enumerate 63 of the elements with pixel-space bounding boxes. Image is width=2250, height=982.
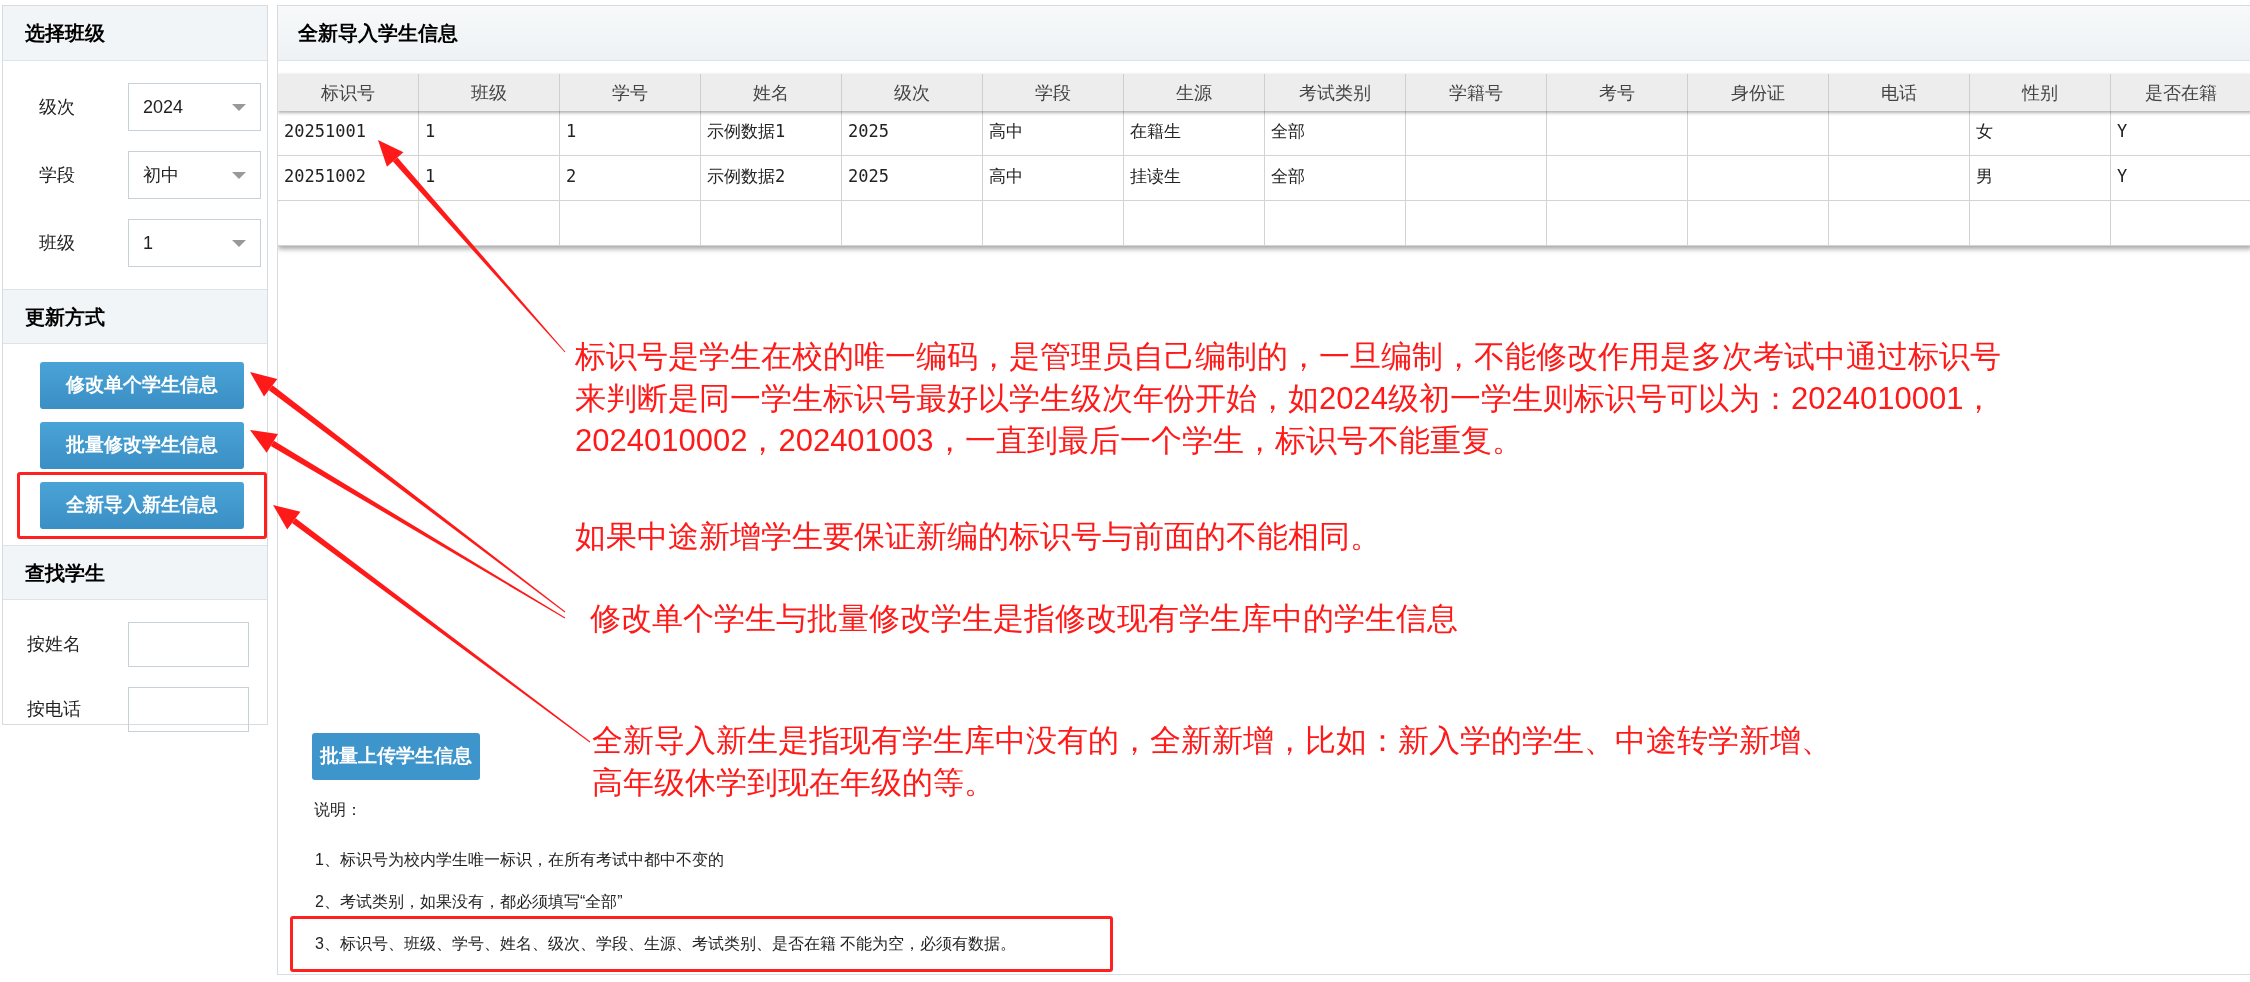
note-text: 2、考试类别，如果没有，都必须填写“全部” (315, 892, 623, 912)
column-header: 性别 (1970, 74, 2111, 111)
column-header: 级次 (842, 74, 983, 111)
dropdown-caret-icon (232, 171, 246, 179)
annotation-text: 修改单个学生与批量修改学生是指修改现有学生库中的学生信息 (590, 600, 1458, 638)
column-header: 学号 (560, 74, 701, 111)
field-label: 班级 (38, 231, 76, 255)
notes-title: 说明： (314, 800, 363, 820)
table-cell: 高中 (983, 156, 1124, 200)
dropdown-caret-icon (232, 103, 246, 111)
annotation-text: 全新导入新生是指现有学生库中没有的，全新新增，比如：新入学的学生、中途转学新增、 (592, 722, 1832, 760)
select-field[interactable]: 初中 (128, 151, 261, 199)
panel-title: 全新导入学生信息 (278, 6, 2250, 61)
note-text: 3、标识号、班级、学号、姓名、级次、学段、生源、考试类别、是否在籍 不能为空，必须有数据。 (315, 934, 1017, 954)
section-header: 选择班级 (3, 6, 267, 61)
column-header: 考试类别 (1265, 74, 1406, 111)
annotation-text: 来判断是同一学生标识号最好以学生级次年份开始，如2024级初一学生则标识号可以为：2024010001， (575, 380, 1996, 418)
table-cell: 示例数据2 (701, 156, 842, 200)
column-header: 学段 (983, 74, 1124, 111)
select-field[interactable]: 1 (128, 219, 261, 267)
table-cell: 女 (1970, 111, 2111, 155)
column-header: 班级 (419, 74, 560, 111)
table-cell: 在籍生 (1124, 111, 1265, 155)
input-field[interactable] (128, 687, 249, 732)
annotation-text: 如果中途新增学生要保证新编的标识号与前面的不能相同。 (575, 518, 1381, 556)
field-label: 学段 (38, 163, 76, 187)
select-field[interactable]: 2024 (128, 83, 261, 131)
action-button[interactable]: 批量修改学生信息 (40, 422, 244, 469)
field-label: 按电话 (26, 698, 82, 721)
column-header: 学籍号 (1406, 74, 1547, 111)
column-header: 生源 (1124, 74, 1265, 111)
column-header: 考号 (1547, 74, 1688, 111)
note-text: 1、标识号为校内学生唯一标识，在所有考试中都中不变的 (315, 850, 724, 870)
table-cell: 高中 (983, 111, 1124, 155)
annotation-text: 高年级休学到现在年级的等。 (592, 764, 996, 802)
field-label: 级次 (38, 95, 76, 119)
column-header: 标识号 (278, 74, 419, 111)
table-cell: 挂读生 (1124, 156, 1265, 200)
table-cell: 全部 (1265, 111, 1406, 155)
column-header: 电话 (1829, 74, 1970, 111)
table-cell: Y (2111, 156, 2250, 200)
annotation-text: 标识号是学生在校的唯一编码，是管理员自己编制的，一旦编制，不能修改作用是多次考试中通过标识号 (575, 338, 2001, 376)
column-header: 姓名 (701, 74, 842, 111)
table-cell: Y (2111, 111, 2250, 155)
table-cell: 2 (560, 156, 701, 200)
action-button[interactable]: 全新导入新生信息 (40, 482, 244, 529)
section-header: 查找学生 (3, 545, 267, 600)
table-cell: 男 (1970, 156, 2111, 200)
table-cell: 1 (419, 111, 560, 155)
table-cell: 2025 (842, 156, 983, 200)
section-header: 更新方式 (3, 289, 267, 344)
table-cell: 全部 (1265, 156, 1406, 200)
field-label: 按姓名 (26, 633, 82, 656)
column-header: 身份证 (1688, 74, 1829, 111)
input-field[interactable] (128, 622, 249, 667)
column-header: 是否在籍 (2111, 74, 2250, 111)
annotation-text: 2024010002，202401003，一直到最后一个学生，标识号不能重复。 (575, 422, 1524, 460)
table-cell: 示例数据1 (701, 111, 842, 155)
table-cell: 1 (560, 111, 701, 155)
upload-button[interactable]: 批量上传学生信息 (312, 733, 480, 780)
action-button[interactable]: 修改单个学生信息 (40, 362, 244, 409)
table-cell: 2025 (842, 111, 983, 155)
dropdown-caret-icon (232, 239, 246, 247)
